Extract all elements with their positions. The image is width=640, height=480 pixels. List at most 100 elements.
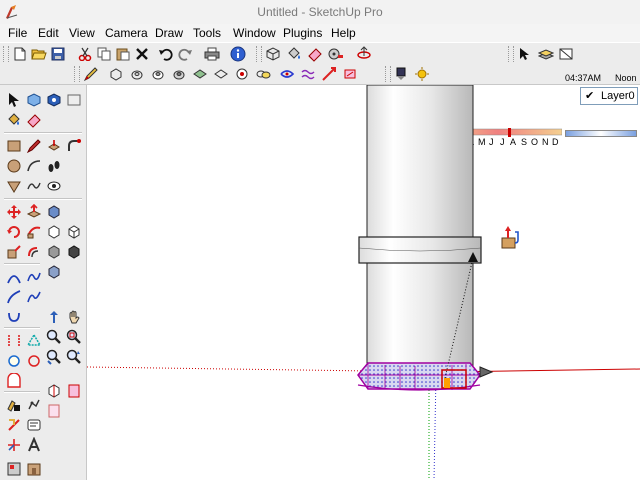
section-cut-icon[interactable] [341, 65, 359, 83]
select-icon[interactable] [4, 90, 24, 110]
bezier-icon[interactable] [24, 267, 44, 287]
section-display-icon[interactable] [64, 381, 84, 401]
axes-icon[interactable] [4, 435, 24, 455]
offset-icon[interactable] [24, 242, 44, 262]
menu-help[interactable]: Help [331, 25, 356, 41]
layer-visible-icon[interactable] [557, 45, 575, 63]
scale-icon[interactable] [4, 242, 24, 262]
rectangle-icon[interactable] [4, 136, 24, 156]
photo-icon[interactable] [64, 90, 84, 110]
section-icon[interactable] [278, 65, 296, 83]
xray-icon[interactable] [107, 65, 125, 83]
orbit-icon[interactable] [44, 307, 64, 327]
menu-camera[interactable]: Camera [105, 25, 148, 41]
section-cut-icon[interactable] [44, 401, 64, 421]
position-camera-icon[interactable] [4, 395, 24, 415]
pencil-icon[interactable] [82, 65, 100, 83]
paste-icon[interactable] [114, 45, 132, 63]
save-icon[interactable] [49, 45, 67, 63]
rotate-icon[interactable] [4, 222, 24, 242]
menu-tools[interactable]: Tools [193, 25, 221, 41]
menu-plugins[interactable]: Plugins [283, 25, 322, 41]
shadow-icon[interactable] [254, 65, 272, 83]
toolbar-grip[interactable] [3, 46, 9, 62]
push-pull-icon[interactable] [24, 202, 44, 222]
monochrome-icon[interactable] [212, 65, 230, 83]
new-icon[interactable] [11, 45, 29, 63]
tape-measure-icon[interactable] [4, 331, 24, 351]
text-label-icon[interactable] [24, 415, 44, 435]
shaded-icon[interactable] [170, 65, 188, 83]
menu-draw[interactable]: Draw [155, 25, 183, 41]
scale-icon[interactable] [44, 202, 64, 222]
arc-icon[interactable] [24, 156, 44, 176]
paint-bucket-icon[interactable] [4, 110, 24, 130]
make-component-icon[interactable] [264, 45, 282, 63]
toolbar-grip[interactable] [385, 66, 391, 82]
erase-icon[interactable] [133, 45, 151, 63]
display-shadows-icon[interactable] [392, 65, 410, 83]
section-plane-icon[interactable] [44, 381, 64, 401]
column-collar[interactable] [358, 236, 482, 264]
component-browser-icon[interactable] [44, 90, 64, 110]
front-view-icon[interactable] [64, 242, 84, 262]
move-icon[interactable] [320, 65, 338, 83]
sandbox-icon[interactable] [4, 459, 24, 479]
column-cylinder[interactable] [366, 85, 474, 371]
orbit-icon[interactable] [355, 45, 373, 63]
toolbar-grip[interactable] [508, 46, 514, 62]
freehand-icon[interactable] [24, 176, 44, 196]
3d-text-icon[interactable] [24, 435, 44, 455]
zoom-icon[interactable] [44, 327, 64, 347]
eraser-icon[interactable] [306, 45, 324, 63]
push-pull-icon[interactable] [44, 136, 64, 156]
toolbar-grip[interactable] [74, 66, 80, 82]
paint-bucket-icon[interactable] [285, 45, 303, 63]
hidden-line-icon[interactable] [149, 65, 167, 83]
protractor-icon[interactable] [4, 351, 24, 371]
menu-file[interactable]: File [8, 25, 27, 41]
model-info-icon[interactable] [229, 45, 247, 63]
axes-cube-icon[interactable] [44, 222, 64, 242]
select-icon[interactable] [516, 45, 534, 63]
follow-me-icon[interactable] [24, 222, 44, 242]
toolbar-grip[interactable] [256, 46, 262, 62]
look-around-icon[interactable] [44, 176, 64, 196]
walk-icon[interactable] [44, 156, 64, 176]
previous-view-icon[interactable] [64, 347, 84, 367]
shaded-texture-icon[interactable] [191, 65, 209, 83]
line-icon[interactable] [24, 136, 44, 156]
cut-icon[interactable] [76, 45, 94, 63]
top-view-icon[interactable] [44, 242, 64, 262]
freehand-icon[interactable] [4, 287, 24, 307]
axes-icon[interactable] [4, 371, 24, 391]
loop-icon[interactable] [4, 307, 24, 327]
spiral-icon[interactable] [24, 287, 44, 307]
layer-manager-icon[interactable] [537, 45, 555, 63]
3d-text-icon[interactable] [4, 415, 24, 435]
menu-window[interactable]: Window [233, 25, 276, 41]
fog-icon[interactable] [299, 65, 317, 83]
right-view-icon[interactable] [44, 262, 64, 282]
make-component-icon[interactable] [24, 90, 44, 110]
dimension-icon[interactable] [24, 331, 44, 351]
copy-icon[interactable] [95, 45, 113, 63]
circle-icon[interactable] [4, 156, 24, 176]
undo-icon[interactable] [157, 45, 175, 63]
text-icon[interactable] [24, 351, 44, 371]
walk-icon[interactable] [24, 395, 44, 415]
drawing-viewport[interactable] [87, 85, 640, 480]
print-icon[interactable] [203, 45, 221, 63]
pan-icon[interactable] [64, 307, 84, 327]
follow-me-icon[interactable] [64, 136, 84, 156]
menu-view[interactable]: View [69, 25, 95, 41]
sun-icon[interactable] [413, 65, 431, 83]
iso-view-icon[interactable] [64, 222, 84, 242]
back-edges-icon[interactable] [233, 65, 251, 83]
redo-icon[interactable] [176, 45, 194, 63]
arc-icon[interactable] [4, 267, 24, 287]
move-icon[interactable] [4, 202, 24, 222]
zoom-extents-icon[interactable] [44, 347, 64, 367]
zoom-window-icon[interactable] [64, 327, 84, 347]
tape-measure-icon[interactable] [327, 45, 345, 63]
